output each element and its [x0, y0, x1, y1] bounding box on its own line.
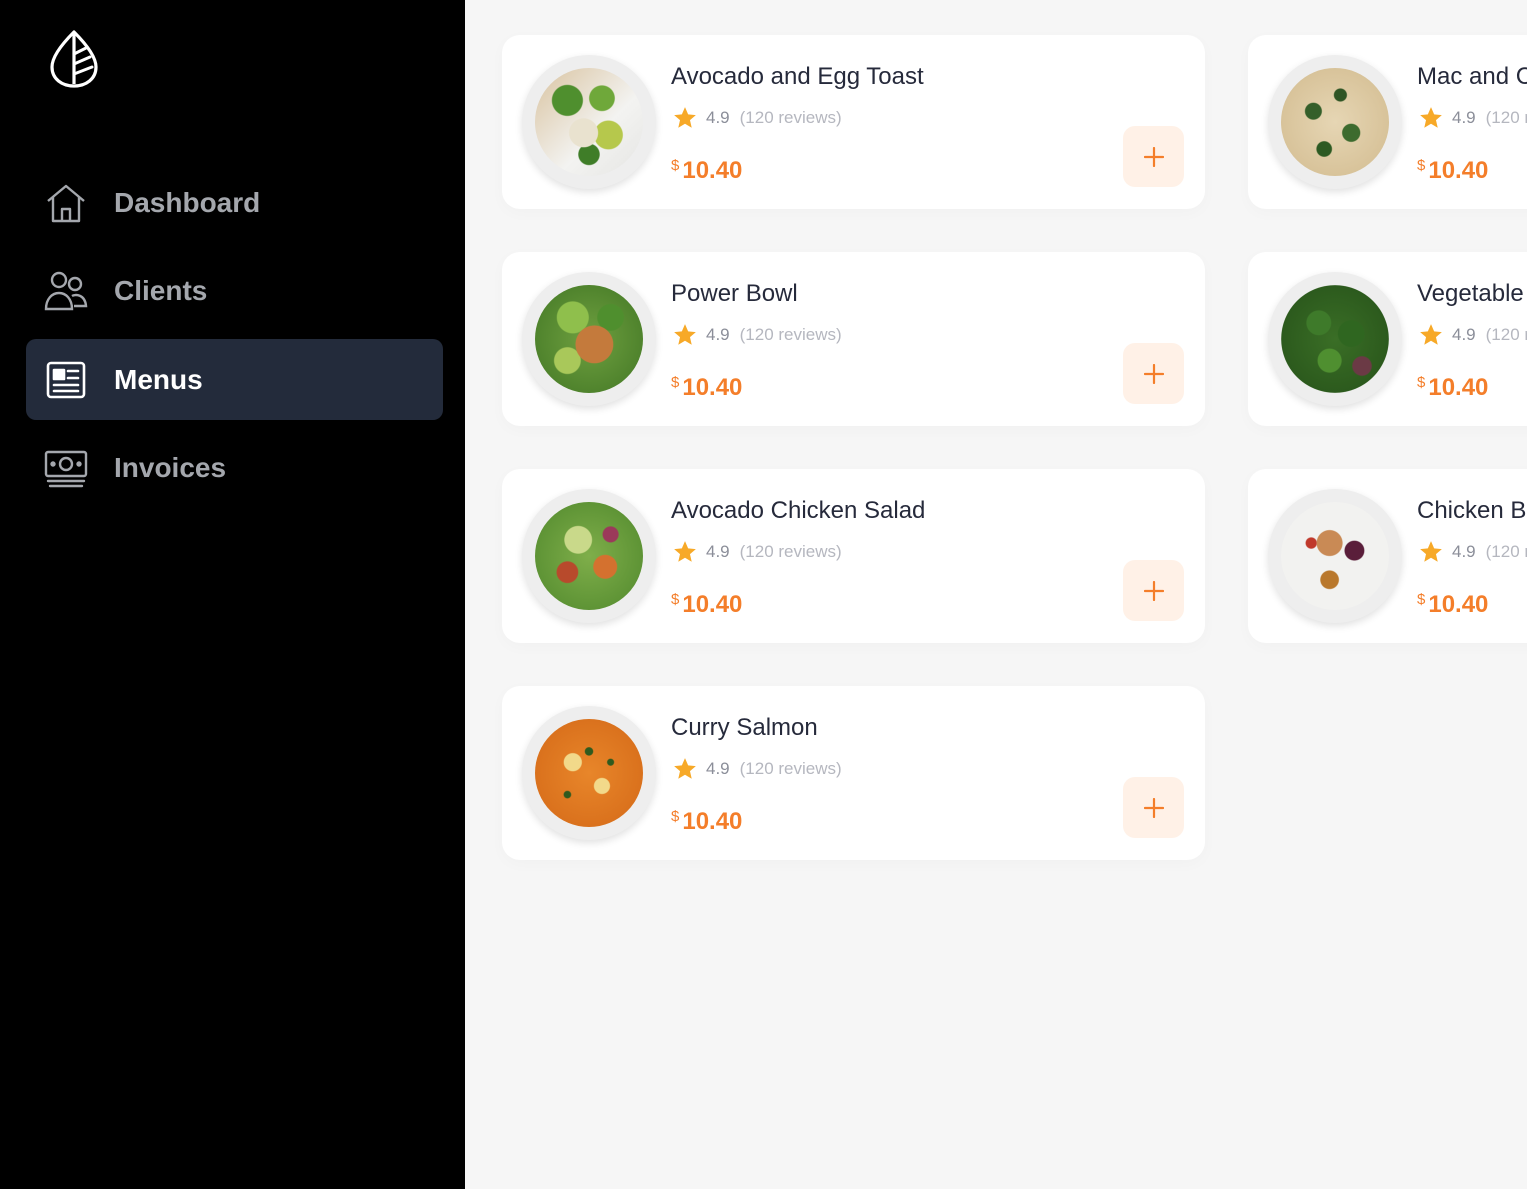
price: $10.40 — [671, 591, 742, 619]
rating-value: 4.9 — [706, 108, 730, 127]
add-to-order-button[interactable] — [1123, 777, 1184, 838]
dish-image — [1268, 272, 1402, 406]
plus-icon — [1143, 363, 1164, 384]
dish-name: Power Bowl — [671, 280, 798, 307]
dish-image — [522, 489, 656, 623]
rating: 4.9 (120 reviews) — [1418, 105, 1527, 131]
dish-name: Vegetable Salad — [1417, 280, 1527, 307]
review-count: (120 reviews) — [739, 325, 842, 344]
dish-image — [1268, 489, 1402, 623]
menu-card[interactable]: Chicken Breast 4.9 (120 reviews) $10.40 — [1248, 469, 1527, 643]
sidebar-item-label: Dashboard — [114, 186, 261, 218]
price-amount: 10.40 — [682, 808, 743, 835]
star-icon — [674, 107, 696, 128]
money-icon — [44, 446, 88, 490]
price-amount: 10.40 — [682, 157, 743, 184]
review-count: (120 reviews) — [739, 759, 842, 778]
price-amount: 10.40 — [1428, 591, 1489, 618]
dish-image — [522, 706, 656, 840]
plus-icon — [1143, 146, 1164, 167]
currency-symbol: $ — [1417, 374, 1426, 391]
dish-name: Curry Salmon — [671, 714, 818, 741]
star-icon — [674, 758, 696, 779]
star-icon — [674, 324, 696, 345]
rating: 4.9 (120 reviews) — [1418, 539, 1527, 565]
price: $10.40 — [671, 808, 742, 836]
currency-symbol: $ — [1417, 591, 1426, 608]
menu-grid: Avocado and Egg Toast 4.9 (120 reviews) … — [465, 0, 1527, 1189]
rating: 4.9 (120 reviews) — [672, 322, 842, 348]
sidebar-item-label: Invoices — [114, 452, 227, 483]
sidebar: Dashboard Clients Menus Invoices — [0, 0, 465, 1189]
menu-card[interactable]: Vegetable Salad 4.9 (120 reviews) $10.40 — [1248, 252, 1527, 426]
add-to-order-button[interactable] — [1123, 343, 1184, 404]
price: $10.40 — [1417, 157, 1488, 185]
rating-value: 4.9 — [706, 542, 730, 561]
price-amount: 10.40 — [682, 591, 743, 618]
currency-symbol: $ — [1417, 157, 1426, 174]
dish-name: Chicken Breast — [1417, 497, 1527, 524]
dish-name: Mac and Cheese — [1417, 63, 1527, 90]
review-count: (120 reviews) — [739, 108, 842, 127]
price: $10.40 — [1417, 591, 1488, 619]
sidebar-item-dashboard[interactable]: Dashboard — [26, 162, 443, 243]
currency-symbol: $ — [671, 808, 680, 825]
review-count: (120 reviews) — [1485, 542, 1527, 561]
rating-value: 4.9 — [706, 759, 730, 778]
menu-card[interactable]: Power Bowl 4.9 (120 reviews) $10.40 — [502, 252, 1205, 426]
review-count: (120 reviews) — [1485, 108, 1527, 127]
menu-card[interactable]: Curry Salmon 4.9 (120 reviews) $10.40 — [502, 686, 1205, 860]
price-amount: 10.40 — [1428, 157, 1489, 184]
sidebar-item-label: Clients — [114, 275, 208, 306]
menu-card[interactable]: Avocado and Egg Toast 4.9 (120 reviews) … — [502, 35, 1205, 209]
currency-symbol: $ — [671, 374, 680, 391]
rating: 4.9 (120 reviews) — [672, 105, 842, 131]
price-amount: 10.40 — [1428, 374, 1489, 401]
sidebar-item-label: Menus — [114, 363, 203, 395]
home-icon — [44, 181, 88, 225]
dish-image — [1268, 55, 1402, 189]
review-count: (120 reviews) — [739, 542, 842, 561]
currency-symbol: $ — [671, 591, 680, 608]
dish-image — [522, 55, 656, 189]
star-icon — [1420, 324, 1442, 345]
price-amount: 10.40 — [682, 374, 743, 401]
plus-icon — [1143, 580, 1164, 601]
sidebar-item-menus[interactable]: Menus — [26, 339, 443, 420]
dish-image — [522, 272, 656, 406]
add-to-order-button[interactable] — [1123, 126, 1184, 187]
users-icon — [44, 269, 88, 313]
sidebar-nav: Dashboard Clients Menus Invoices — [26, 162, 443, 516]
add-to-order-button[interactable] — [1123, 560, 1184, 621]
sidebar-item-invoices[interactable]: Invoices — [26, 428, 443, 509]
menu-card[interactable]: Mac and Cheese 4.9 (120 reviews) $10.40 — [1248, 35, 1527, 209]
plus-icon — [1143, 797, 1164, 818]
star-icon — [1420, 541, 1442, 562]
leaf-logo-icon[interactable] — [50, 28, 98, 88]
rating-value: 4.9 — [1452, 542, 1476, 561]
review-count: (120 reviews) — [1485, 325, 1527, 344]
rating-value: 4.9 — [1452, 325, 1476, 344]
price: $10.40 — [1417, 374, 1488, 402]
rating: 4.9 (120 reviews) — [672, 539, 842, 565]
star-icon — [674, 541, 696, 562]
star-icon — [1420, 107, 1442, 128]
price: $10.40 — [671, 374, 742, 402]
rating-value: 4.9 — [706, 325, 730, 344]
dish-name: Avocado and Egg Toast — [671, 63, 924, 90]
rating: 4.9 (120 reviews) — [672, 756, 842, 782]
price: $10.40 — [671, 157, 742, 185]
newspaper-icon — [44, 358, 88, 402]
rating-value: 4.9 — [1452, 108, 1476, 127]
currency-symbol: $ — [671, 157, 680, 174]
dish-name: Avocado Chicken Salad — [671, 497, 926, 524]
menu-card[interactable]: Avocado Chicken Salad 4.9 (120 reviews) … — [502, 469, 1205, 643]
rating: 4.9 (120 reviews) — [1418, 322, 1527, 348]
sidebar-item-clients[interactable]: Clients — [26, 251, 443, 332]
